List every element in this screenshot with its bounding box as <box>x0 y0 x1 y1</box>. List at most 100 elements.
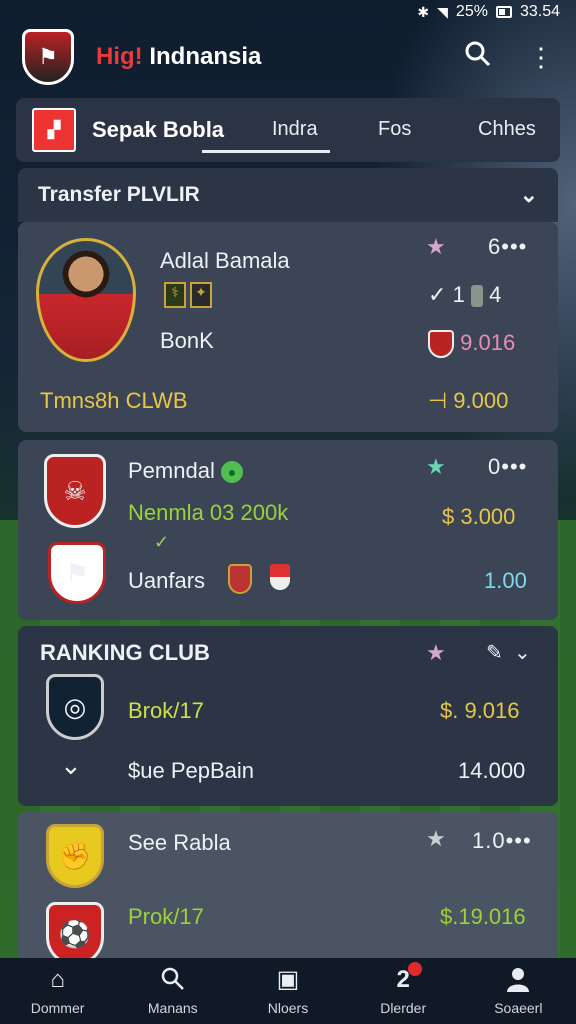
nav-players[interactable]: ▣ Nloers <box>233 966 343 1016</box>
player-value: 9.016 <box>428 330 516 359</box>
bottom-card[interactable]: ✊ See Rabla ★ 1.0••• ⚽ Prok/17 $.19.016 <box>18 812 558 966</box>
app-title: Hig! Indnansia <box>96 43 261 71</box>
player-rank-value: 6 <box>488 234 502 259</box>
home-icon: ⌂ <box>50 966 65 993</box>
bluetooth-icon: ✱ <box>417 3 430 20</box>
badge-icon: ✦ <box>190 282 212 308</box>
sepak-bola-logo-icon: ▞ <box>32 108 76 152</box>
yellow-crest-icon: ✊ <box>46 824 104 888</box>
wifi-icon: ◥ <box>437 3 448 20</box>
sub-club-name: Uanfars <box>128 568 206 593</box>
clock: 33.54 <box>519 3 560 20</box>
nav-home-label: Dommer <box>30 1000 85 1016</box>
nav-home[interactable]: ⌂ Dommer <box>3 966 113 1016</box>
more-dots-icon[interactable]: ••• <box>506 828 532 853</box>
player-photo <box>36 238 136 362</box>
app-bar: ⚑ Hig! Indnansia ⋮ <box>0 24 576 90</box>
tab-indra[interactable]: Indra <box>202 118 330 153</box>
chevron-down-icon[interactable]: ⌄ <box>514 640 531 665</box>
nav-notifications-label: Dlerder <box>380 1000 427 1016</box>
transfer-club-label: Tmns8h CLWB <box>40 388 188 413</box>
bottom-card-score-value: 1.0 <box>472 828 506 853</box>
star-icon[interactable]: ★ <box>426 640 446 666</box>
club-crest-icon <box>428 330 454 359</box>
check-icon: ✓ <box>154 532 170 552</box>
verified-icon: ● <box>220 461 243 484</box>
tab-chhes[interactable]: Chhes <box>478 118 536 141</box>
ranking-row-amount: $. 9.016 <box>440 698 520 723</box>
player-value-amount: 9.016 <box>460 330 516 355</box>
bottom-card-name: See Rabla <box>128 830 231 855</box>
player-name: Adlal Bamala <box>160 248 290 273</box>
star-icon[interactable]: ★ <box>426 826 446 852</box>
battery-icon <box>495 6 512 18</box>
transfer-section-header[interactable]: Transfer PLVLIR ⌄ <box>18 168 558 222</box>
bottom-row-amount: $.19.016 <box>440 904 526 929</box>
bottom-card-score: 1.0••• <box>472 828 532 854</box>
club-count: 0••• <box>488 454 527 480</box>
club-name: Pemndal ● <box>128 458 243 484</box>
sub-club-badges <box>228 564 290 594</box>
star-icon[interactable]: ★ <box>426 454 446 480</box>
club-detail: Nenmla 03 200k <box>128 500 289 525</box>
battery-percent: 25% <box>455 3 488 20</box>
app-title-white: Indnansia <box>149 43 262 70</box>
bottom-row-name: Prok/17 <box>128 904 204 929</box>
nav-search-label: Manans <box>147 1000 198 1016</box>
flag-icon <box>270 564 290 590</box>
club-crest-icon: ☠ <box>44 454 106 528</box>
sub-club-amount: 1.00 <box>484 568 527 593</box>
pin-icon[interactable]: ✎ <box>486 640 503 665</box>
ranking-row-name[interactable]: $ue PepBain <box>128 758 254 784</box>
player-club: BonK <box>160 328 214 353</box>
chevron-down-icon[interactable]: ⌄ <box>520 182 538 208</box>
player-stats-count: 4 <box>489 282 502 307</box>
more-vert-icon[interactable]: ⋮ <box>528 42 554 73</box>
shield-icon <box>228 564 252 594</box>
search-icon <box>160 966 186 994</box>
ranking-card: RANKING CLUB ★ ✎ ⌄ ◎ Brok/17 $. 9.016 ⌄ … <box>18 626 558 806</box>
square-icon: ▣ <box>276 966 300 993</box>
profile-icon <box>505 966 531 994</box>
red-crest-icon: ⚽ <box>46 902 104 966</box>
status-bar: ✱ ◥ 25% 33.54 <box>0 0 576 24</box>
tab-brand: Sepak Bobla <box>92 117 225 142</box>
club-count-value: 0 <box>488 454 502 479</box>
club-logo-icon[interactable]: ⚑ <box>22 29 74 85</box>
chevron-down-icon[interactable]: ⌄ <box>60 750 82 781</box>
nav-search[interactable]: Manans <box>118 966 228 1016</box>
ranking-crest-icon: ◎ <box>46 674 104 740</box>
sub-club-crest-icon: ⚑ <box>48 542 106 604</box>
player-badges: ⚕ ✦ <box>164 282 212 308</box>
tab-fos[interactable]: Fos <box>378 118 411 141</box>
ranking-row-amount: 14.000 <box>458 758 526 783</box>
check-icon: ✓ <box>428 282 447 307</box>
player-rank: 6••• <box>488 234 527 260</box>
nav-notifications[interactable]: 2 Dlerder <box>348 962 458 1016</box>
player-card[interactable]: Adlal Bamala ⚕ ✦ BonK ★ 6••• ✓ 1 4 9.016… <box>18 222 558 432</box>
badge-icon: ⚕ <box>164 282 186 308</box>
bottle-icon <box>470 285 483 308</box>
ranking-title: RANKING CLUB <box>40 640 210 665</box>
player-stats-value: 1 <box>452 282 465 307</box>
player-stats: ✓ 1 4 <box>428 282 501 308</box>
nav-profile[interactable]: Soaeerl <box>463 966 573 1016</box>
currency-icon: ⊣ <box>428 388 448 413</box>
ranking-row-name[interactable]: Brok/17 <box>128 698 204 724</box>
tabs-bar: ▞ Sepak Bobla Indra Fos Chhes <box>16 98 560 162</box>
more-dots-icon[interactable]: ••• <box>501 454 527 479</box>
app-title-red: Hig! <box>96 43 143 70</box>
transfer-amount: ⊣ 9.000 <box>428 388 508 414</box>
transfer-amount-value: 9.000 <box>453 388 509 413</box>
club-name-text: Pemndal <box>128 458 215 483</box>
search-icon[interactable] <box>464 40 492 75</box>
club-amount: $ 3.000 <box>442 504 516 529</box>
nav-players-label: Nloers <box>267 1000 309 1016</box>
more-dots-icon[interactable]: ••• <box>501 234 527 259</box>
bottom-nav: ⌂ Dommer Manans ▣ Nloers 2 Dlerder Soaee… <box>0 958 576 1024</box>
transfer-section-title: Transfer PLVLIR <box>38 183 200 206</box>
club-card[interactable]: ☠ Pemndal ● Nenmla 03 200k ✓ ★ 0••• $ 3.… <box>18 440 558 620</box>
notification-badge <box>408 962 423 976</box>
nav-profile-label: Soaeerl <box>494 1000 543 1016</box>
star-icon[interactable]: ★ <box>426 234 446 260</box>
